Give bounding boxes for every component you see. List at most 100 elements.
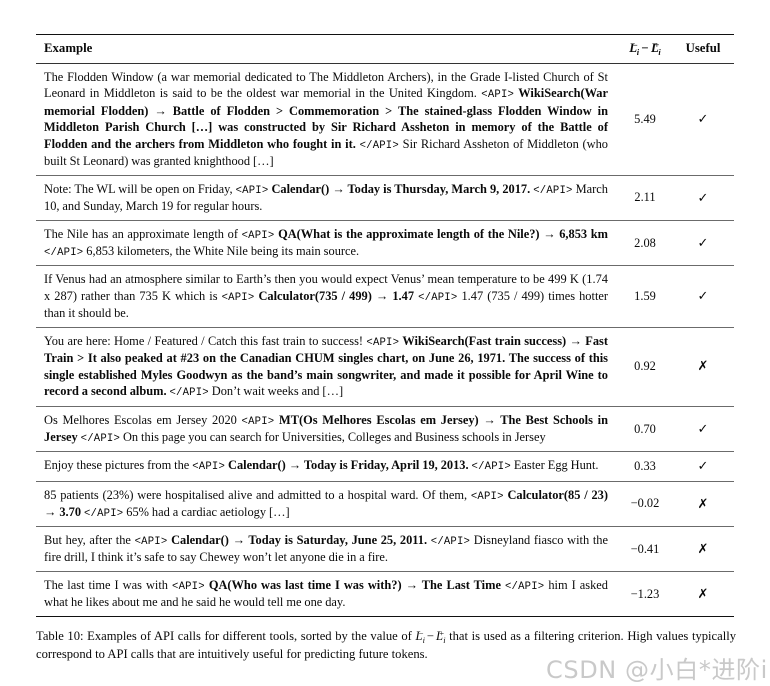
example-text: 65% had a cardiac aetiology […] <box>123 504 290 519</box>
api-call-text: Calendar() → Today is Friday, April 19, … <box>225 458 472 473</box>
score-cell: 0.70 <box>614 405 676 452</box>
api-call-text: Calendar() → Today is Saturday, June 25,… <box>167 533 431 548</box>
cross-icon: ✗ <box>697 586 709 602</box>
cross-icon: ✗ <box>697 359 709 375</box>
example-text: You are here: Home / Featured / Catch th… <box>44 333 367 348</box>
api-tag: <API> <box>235 184 269 197</box>
api-tag: </API> <box>418 291 458 304</box>
useful-cross-icon: ✗ <box>676 326 734 407</box>
useful-check-icon: ✓ <box>676 405 734 452</box>
examples-table: Example L−i − L+i Useful The Flodden Windo… <box>36 34 734 617</box>
api-tag: </API> <box>533 184 573 197</box>
api-tag: <API> <box>134 536 168 549</box>
useful-check-icon: ✓ <box>676 265 734 328</box>
table-row: The last time I was with <API> QA(Who wa… <box>36 570 734 617</box>
example-text: The last time I was with <box>44 577 173 592</box>
score-cell: 0.33 <box>614 451 676 482</box>
example-text: The Nile has an approximate length of <box>44 226 242 241</box>
example-text: 6,853 kilometers, the White Nile being i… <box>83 244 360 259</box>
api-call-text: Calendar() → Today is Thursday, March 9,… <box>268 181 534 196</box>
score-cell: −0.02 <box>614 480 676 527</box>
api-tag: <API> <box>241 229 275 242</box>
useful-cross-icon: ✗ <box>676 570 734 617</box>
example-text: On this page you can search for Universi… <box>120 429 546 444</box>
api-tag: </API> <box>169 387 209 400</box>
table-header-row: Example L−i − L+i Useful <box>36 34 734 64</box>
api-tag: <API> <box>241 415 275 428</box>
api-tag: <API> <box>221 291 255 304</box>
table-body: The Flodden Window (a war memorial dedic… <box>36 63 734 617</box>
cross-icon: ✗ <box>697 541 709 557</box>
score-cell: 0.92 <box>614 326 676 407</box>
table-caption: Table 10: Examples of API calls for diff… <box>36 628 736 664</box>
table-row: You are here: Home / Featured / Catch th… <box>36 326 734 407</box>
useful-check-icon: ✓ <box>676 219 734 266</box>
table-head: Example L−i − L+i Useful <box>36 34 734 64</box>
api-call-text: QA(What is the approximate length of the… <box>274 226 608 241</box>
examples-table-container: Example L−i − L+i Useful The Flodden Windo… <box>36 34 734 617</box>
api-tag: </API> <box>430 536 471 549</box>
table-row: If Venus had an atmosphere similar to Ea… <box>36 265 734 328</box>
table-row: Os Melhores Escolas em Jersey 2020 <API>… <box>36 405 734 452</box>
example-text: Easter Egg Hunt. <box>510 458 599 473</box>
api-tag: <API> <box>470 490 504 503</box>
table-row: Enjoy these pictures from the <API> Cale… <box>36 451 734 482</box>
example-text: Note: The WL will be open on Friday, <box>44 181 236 196</box>
check-icon: ✓ <box>697 289 709 305</box>
score-cell: 2.08 <box>614 219 676 266</box>
check-icon: ✓ <box>697 112 709 128</box>
example-cell: Os Melhores Escolas em Jersey 2020 <API>… <box>36 405 614 452</box>
api-tag: <API> <box>192 461 226 474</box>
example-text: But hey, after the <box>44 533 135 548</box>
caption-text-before: Examples of API calls for different tool… <box>83 629 416 643</box>
example-text: Os Melhores Escolas em Jersey 2020 <box>44 412 242 427</box>
column-header-example: Example <box>36 34 614 64</box>
table-figure-page: Example L−i − L+i Useful The Flodden Windo… <box>0 0 770 686</box>
example-text: 85 patients (23%) were hospitalised aliv… <box>44 487 471 502</box>
useful-cross-icon: ✗ <box>676 526 734 572</box>
example-cell: The Flodden Window (a war memorial dedic… <box>36 63 614 175</box>
example-cell: Note: The WL will be open on Friday, <AP… <box>36 174 614 221</box>
example-cell: Enjoy these pictures from the <API> Cale… <box>36 451 614 482</box>
table-row: The Nile has an approximate length of <A… <box>36 219 734 266</box>
example-text: Don’t wait weeks and […] <box>208 384 344 399</box>
api-tag: </API> <box>44 247 84 260</box>
useful-cross-icon: ✗ <box>676 480 734 527</box>
column-header-useful: Useful <box>676 34 734 64</box>
api-tag: <API> <box>366 336 400 349</box>
caption-score-formula: L−i − L+i <box>415 629 446 645</box>
useful-check-icon: ✓ <box>676 451 734 482</box>
api-tag: <API> <box>172 580 205 593</box>
api-tag: <API> <box>481 89 515 102</box>
useful-check-icon: ✓ <box>676 174 734 221</box>
score-cell: −0.41 <box>614 526 676 572</box>
score-formula: L−i − L+i <box>629 40 661 57</box>
caption-label: Table 10: <box>36 629 84 643</box>
api-call-text: QA(Who was last time I was with?) → The … <box>204 577 505 592</box>
cross-icon: ✗ <box>697 496 709 512</box>
api-tag: </API> <box>80 432 121 445</box>
example-cell: 85 patients (23%) were hospitalised aliv… <box>36 480 614 527</box>
check-icon: ✓ <box>697 235 709 251</box>
example-cell: But hey, after the <API> Calendar() → To… <box>36 526 614 572</box>
api-tag: </API> <box>504 580 545 593</box>
score-cell: 5.49 <box>634 111 656 126</box>
score-cell: 1.59 <box>614 265 676 328</box>
table-row: 85 patients (23%) were hospitalised aliv… <box>36 480 734 527</box>
check-icon: ✓ <box>697 190 709 206</box>
score-cell: 2.11 <box>614 174 676 221</box>
check-icon: ✓ <box>697 421 709 437</box>
check-icon: ✓ <box>697 459 709 475</box>
table-row: The Flodden Window (a war memorial dedic… <box>36 63 734 175</box>
table-row: But hey, after the <API> Calendar() → To… <box>36 526 734 572</box>
table-row: Note: The WL will be open on Friday, <AP… <box>36 174 734 221</box>
example-text: Enjoy these pictures from the <box>44 458 193 473</box>
example-cell: The Nile has an approximate length of <A… <box>36 219 614 266</box>
score-cell: −1.23 <box>614 570 676 617</box>
example-cell: You are here: Home / Featured / Catch th… <box>36 326 614 407</box>
api-tag: </API> <box>471 461 511 474</box>
example-cell: The last time I was with <API> QA(Who wa… <box>36 570 614 617</box>
api-call-text: Calculator(735 / 499) → 1.47 <box>254 288 419 303</box>
api-tag: </API> <box>83 507 124 520</box>
column-header-score: L−i − L+i <box>614 34 676 64</box>
